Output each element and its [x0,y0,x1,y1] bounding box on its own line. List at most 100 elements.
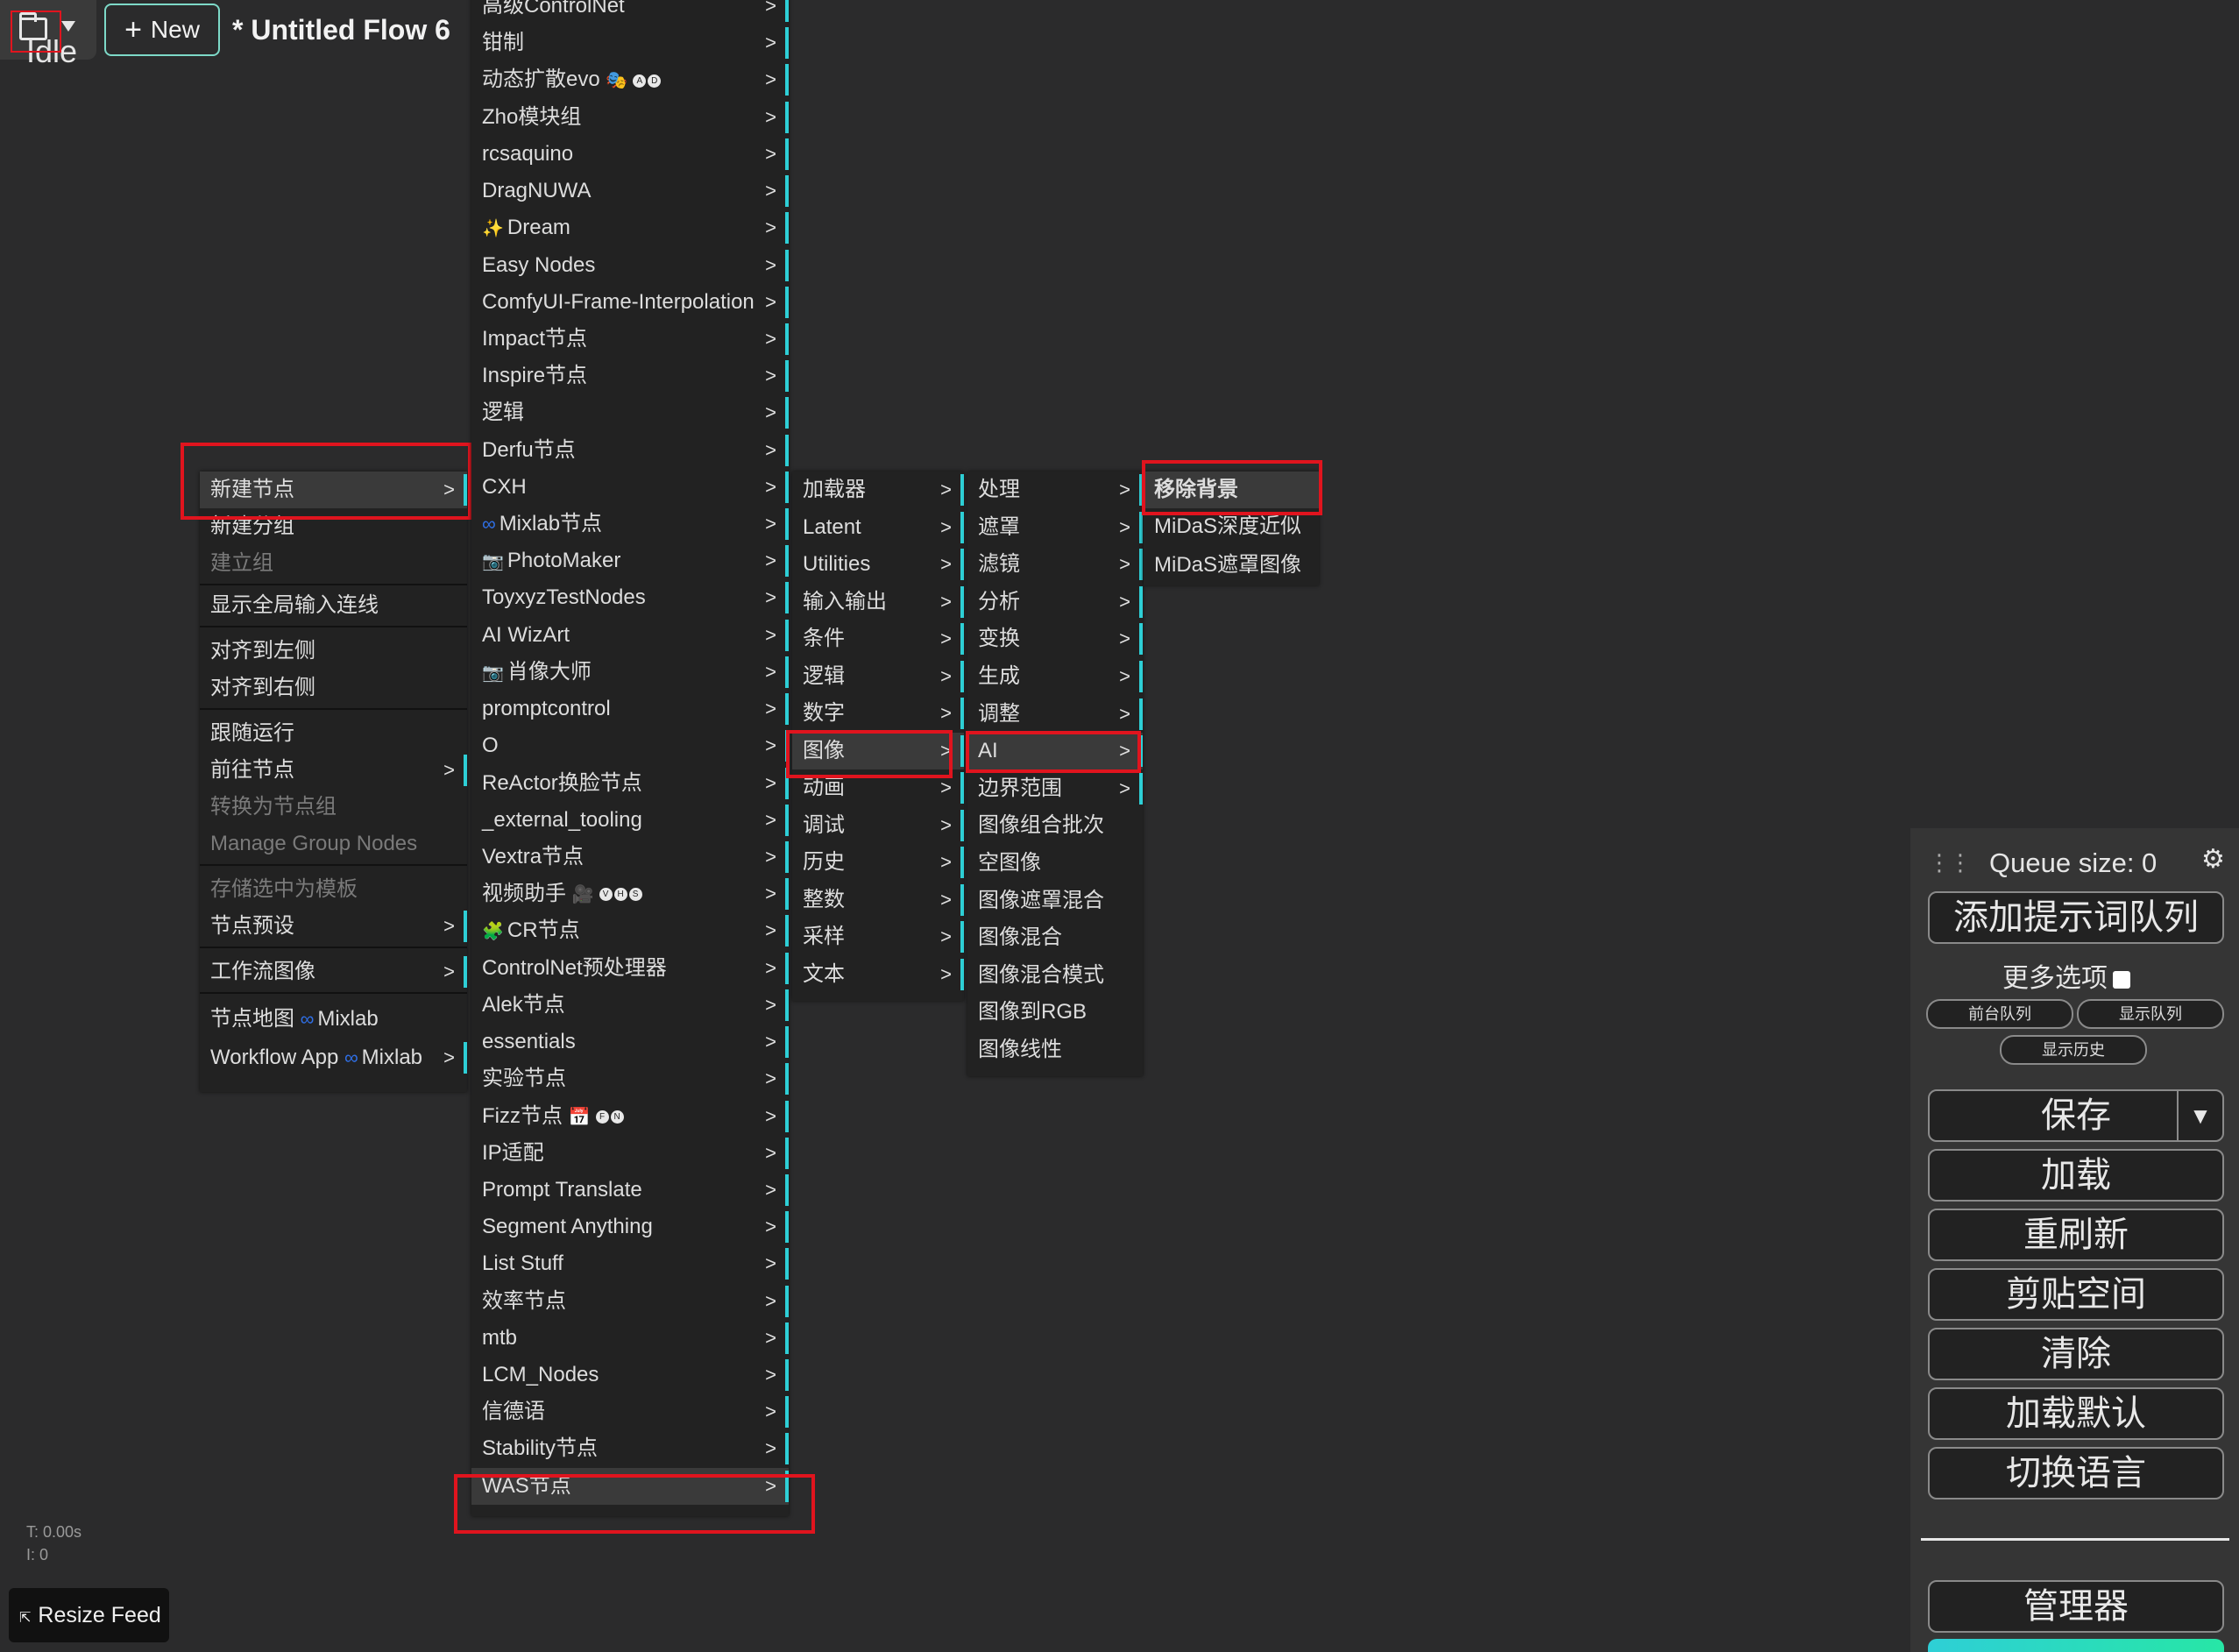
was-category-item[interactable]: Latent > [792,509,964,546]
category-item[interactable]: 🧩 CR节点 > [471,912,789,949]
category-item[interactable]: Alek节点 > [471,987,789,1024]
category-item[interactable]: 实验节点 > [471,1060,789,1097]
menu-item-go-to-node[interactable]: 前往节点 > [200,752,467,789]
image-category-item[interactable]: 空图像 [967,845,1143,882]
resize-feed-button[interactable]: ⇱ Resize Feed [9,1588,169,1642]
category-item[interactable]: ∞ Mixlab节点 > [471,506,789,542]
was-category-item[interactable]: 采样 > [792,918,964,955]
category-item[interactable]: 信德语 > [471,1393,789,1430]
category-item[interactable]: Prompt Translate > [471,1172,789,1209]
image-category-item[interactable]: 变换 > [967,620,1143,657]
refresh-button[interactable]: 重刷新 [1928,1209,2224,1261]
category-item[interactable]: CXH > [471,469,789,506]
category-item[interactable]: ControlNet预处理器 > [471,950,789,987]
menu-item-node-presets[interactable]: 节点预设 > [200,908,467,945]
image-category-item[interactable]: 分析 > [967,584,1143,620]
category-item[interactable]: mtb > [471,1320,789,1357]
view-queue-button[interactable]: 显示队列 [2077,999,2224,1029]
image-category-item[interactable]: 遮罩 > [967,509,1143,546]
switch-language-button[interactable]: 切换语言 [1928,1447,2224,1500]
image-category-item[interactable]: 生成 > [967,658,1143,695]
category-item[interactable]: promptcontrol > [471,691,789,727]
category-item[interactable]: Zho模块组 > [471,99,789,136]
infinity-icon: ∞ [300,1008,315,1030]
was-category-item[interactable]: 条件 > [792,620,964,657]
was-category-item[interactable]: 数字 > [792,695,964,732]
category-item[interactable]: 📷 PhotoMaker > [471,542,789,579]
category-item[interactable]: 视频助手 🎥 V H S > [471,876,789,912]
was-category-item[interactable]: 历史 > [792,844,964,881]
menu-item-midas-mask[interactable]: MiDaS遮罩图像 [1144,547,1319,584]
drag-handle-icon[interactable]: ⋮⋮ [1928,849,1972,876]
category-item[interactable]: 效率节点 > [471,1283,789,1320]
was-category-item[interactable]: 整数 > [792,882,964,918]
view-history-button[interactable]: 显示历史 [2000,1035,2147,1065]
save-button[interactable]: 保存 ▼ [1928,1089,2224,1142]
image-category-item[interactable]: 图像混合模式 [967,957,1143,994]
menu-item-align-right[interactable]: 对齐到右侧 [200,670,467,706]
category-item[interactable]: 钳制 > [471,25,789,61]
menu-item-label: 历史 [803,850,845,874]
menu-item-follow-execution[interactable]: 跟随运行 [200,715,467,752]
menu-item-workflow-app[interactable]: Workflow App ∞ Mixlab > [200,1039,467,1076]
category-item[interactable]: _external_tooling > [471,802,789,839]
image-category-item[interactable]: 图像组合批次 [967,807,1143,844]
image-category-item[interactable]: 图像混合 [967,919,1143,956]
queue-front-button[interactable]: 前台队列 [1926,999,2073,1029]
category-item[interactable]: AI WizArt > [471,617,789,654]
category-item[interactable]: DragNUWA > [471,173,789,209]
clear-button[interactable]: 清除 [1928,1328,2224,1380]
image-category-item[interactable]: 图像线性 [967,1032,1143,1068]
category-item[interactable]: ComfyUI-Frame-Interpolation > [471,284,789,321]
was-category-item[interactable]: 逻辑 > [792,658,964,695]
extra-options-checkbox[interactable] [2113,971,2130,989]
category-item[interactable]: 高级ControlNet > [471,0,789,25]
menu-item-align-left[interactable]: 对齐到左侧 [200,633,467,670]
category-item[interactable]: O > [471,727,789,764]
queue-prompt-button[interactable]: 添加提示词队列 [1928,891,2224,944]
category-item[interactable]: Fizz节点 📅 F N > [471,1098,789,1135]
image-category-item[interactable]: 调整 > [967,696,1143,733]
image-category-item[interactable]: 边界范围 > [967,770,1143,807]
category-item[interactable]: Stability节点 > [471,1430,789,1467]
category-item[interactable]: List Stuff > [471,1245,789,1282]
manager-button[interactable]: 管理器 [1928,1580,2224,1633]
new-workflow-button[interactable]: + New [104,4,220,56]
image-category-item[interactable]: 滤镜 > [967,546,1143,583]
was-category-item[interactable]: 文本 > [792,956,964,993]
category-item[interactable]: essentials > [471,1024,789,1060]
category-item[interactable]: 📷 肖像大师 > [471,654,789,691]
category-item[interactable]: ✨ Dream > [471,209,789,246]
clipspace-button[interactable]: 剪贴空间 [1928,1268,2224,1321]
image-category-item[interactable]: 图像遮罩混合 [967,883,1143,919]
image-category-item[interactable]: 图像到RGB [967,994,1143,1031]
category-item[interactable]: LCM_Nodes > [471,1357,789,1393]
was-category-item[interactable]: 调试 > [792,807,964,844]
cyan-button-edge[interactable] [1928,1639,2224,1652]
chevron-right-icon: > [765,1216,776,1238]
category-item[interactable]: Inspire节点 > [471,358,789,394]
category-item[interactable]: Vextra节点 > [471,839,789,876]
category-item[interactable]: Segment Anything > [471,1209,789,1245]
was-category-item[interactable]: Utilities > [792,546,964,583]
category-item[interactable]: Impact节点 > [471,321,789,358]
gear-icon[interactable]: ⚙ [2201,844,2225,875]
menu-item-workflow-image[interactable]: 工作流图像 > [200,954,467,990]
category-item[interactable]: ToyxyzTestNodes > [471,579,789,616]
image-category-item[interactable]: 处理 > [967,471,1143,508]
category-item[interactable]: Easy Nodes > [471,247,789,284]
category-item[interactable]: 逻辑 > [471,394,789,431]
menu-item-show-global-links[interactable]: 显示全局输入连线 [200,587,467,624]
category-item[interactable]: Derfu节点 > [471,432,789,469]
chevron-right-icon: > [765,327,776,350]
load-default-button[interactable]: 加载默认 [1928,1387,2224,1440]
category-item[interactable]: IP适配 > [471,1135,789,1172]
menu-item-node-map[interactable]: 节点地图 ∞ Mixlab [200,1001,467,1038]
category-item[interactable]: rcsaquino > [471,136,789,173]
category-item[interactable]: 动态扩散evo 🎭 A D > [471,61,789,98]
load-button[interactable]: 加载 [1928,1149,2224,1202]
was-category-item[interactable]: 输入输出 > [792,584,964,620]
save-dropdown-button[interactable]: ▼ [2177,1091,2222,1140]
category-item[interactable]: ReActor换脸节点 > [471,765,789,802]
was-category-item[interactable]: 加载器 > [792,471,964,508]
